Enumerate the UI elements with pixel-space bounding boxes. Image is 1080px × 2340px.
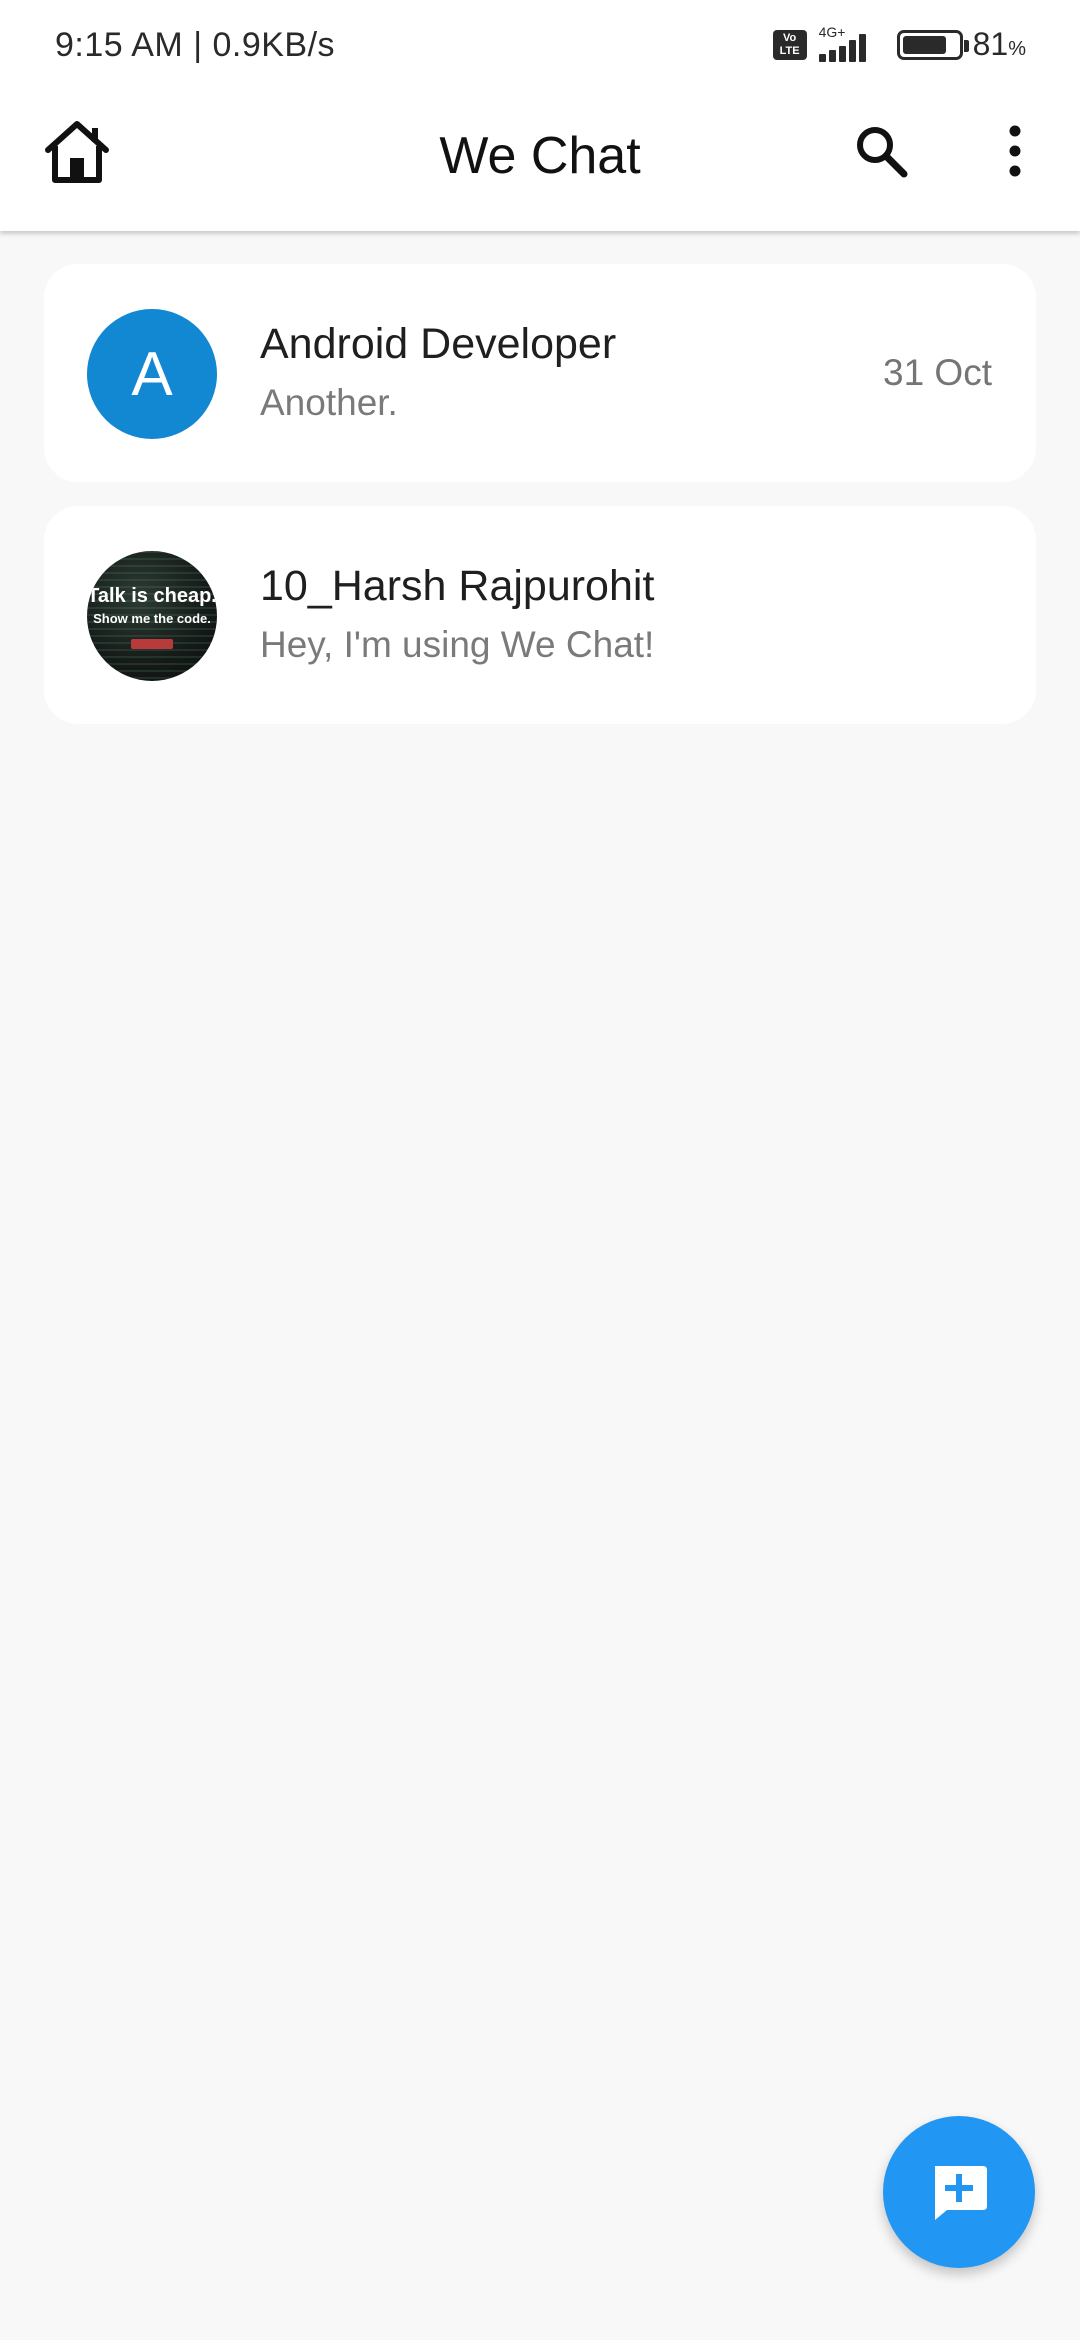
app-bar: We Chat: [0, 96, 1080, 231]
network-type: 4G+: [818, 23, 846, 40]
more-vert-icon[interactable]: [1000, 122, 1030, 180]
volte-icon: Vo LTE: [772, 29, 807, 60]
new-chat-button[interactable]: [883, 2116, 1035, 2268]
status-indicators: Vo LTE 4G+ 81%: [772, 24, 1026, 63]
battery-percentage: 81%: [972, 26, 1026, 62]
chat-last-message: Another.: [260, 382, 398, 423]
chat-name: Android Developer: [260, 320, 617, 368]
chat-name: 10_Harsh Rajpurohit: [260, 562, 655, 610]
chat-list-item[interactable]: A Android Developer Another. 31 Oct: [44, 264, 1036, 482]
avatar: A: [87, 309, 217, 439]
search-icon[interactable]: [852, 122, 910, 180]
battery-icon: [896, 29, 969, 60]
chat-timestamp: 31 Oct: [883, 352, 992, 393]
avatar-text-line: Talk is cheap.: [87, 585, 217, 607]
status-bar: 9:15 AM | 0.9KB/s Vo LTE 4G+ 81%: [0, 0, 1080, 96]
avatar-letter: A: [131, 339, 173, 409]
page-title: We Chat: [439, 127, 641, 185]
signal-icon: 4G+: [817, 24, 887, 62]
status-time-speed: 9:15 AM | 0.9KB/s: [55, 26, 336, 64]
chat-list-item[interactable]: Talk is cheap. Show me the code. 10_Hars…: [44, 506, 1036, 724]
avatar: Talk is cheap. Show me the code.: [87, 551, 217, 681]
add-comment-icon: [935, 2166, 987, 2220]
avatar-text-line: Show me the code.: [93, 611, 211, 626]
battery-level: [902, 35, 947, 54]
chat-last-message: Hey, I'm using We Chat!: [260, 624, 655, 665]
